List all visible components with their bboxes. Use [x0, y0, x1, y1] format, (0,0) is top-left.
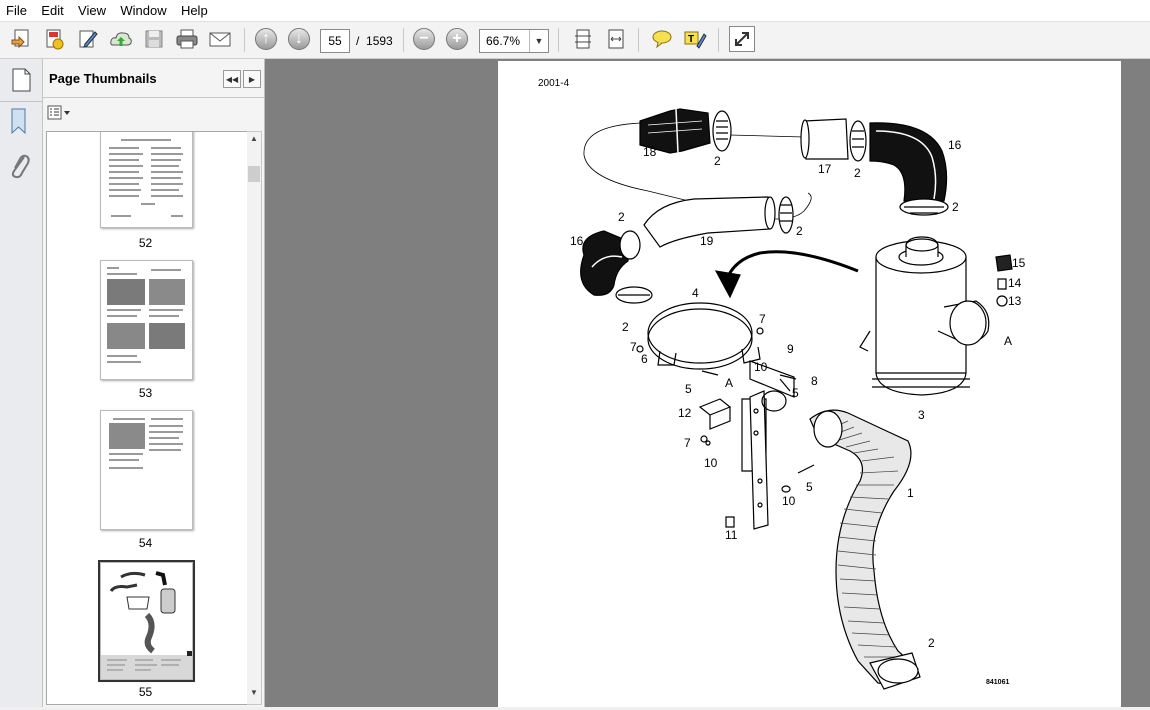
- svg-text:T: T: [688, 34, 694, 45]
- callout-label: 4: [692, 286, 699, 300]
- callout-label: 2: [714, 154, 721, 168]
- callout-label: 16: [948, 138, 962, 152]
- callout-label: 7: [630, 340, 637, 354]
- fit-page-icon[interactable]: [570, 26, 596, 52]
- callout-label: A: [725, 376, 733, 390]
- upload-icon[interactable]: [108, 26, 134, 52]
- create-icon[interactable]: [8, 26, 34, 52]
- menu-edit[interactable]: Edit: [35, 0, 68, 18]
- thumbnail-page-52[interactable]: [100, 132, 193, 228]
- zoom-select[interactable]: 66.7% ▼: [479, 29, 549, 53]
- print-pages-icon[interactable]: [41, 26, 67, 52]
- document-viewport: 2001-4 18 2 17 2 16 2 2 19 2 16 4 7 15 1…: [265, 59, 1150, 707]
- bookmark-icon[interactable]: [8, 107, 30, 140]
- panel-title: Page Thumbnails: [49, 71, 157, 86]
- thumbnail-label: 55: [138, 685, 153, 699]
- parts-diagram: 18 2 17 2 16 2 2 19 2 16 4 7 15 14 13 2 …: [570, 108, 1026, 690]
- thumbnail-label: 52: [138, 236, 153, 250]
- save-icon[interactable]: [141, 26, 167, 52]
- scroll-down-icon[interactable]: ▼: [247, 688, 261, 702]
- callout-label: 5: [685, 382, 692, 396]
- callout-label: 13: [1008, 294, 1022, 308]
- callout-label: 6: [641, 352, 648, 366]
- callout-label: 2: [796, 224, 803, 238]
- callout-label: 5: [792, 386, 799, 400]
- menu-help[interactable]: Help: [175, 0, 213, 18]
- thumbnail-label: 54: [138, 536, 153, 550]
- thumbnail-list: 52 53 54 55: [46, 131, 248, 705]
- callout-label: 18: [643, 145, 657, 159]
- callout-label: 15: [1012, 256, 1026, 270]
- collapse-panel-icon[interactable]: ◀◀: [223, 70, 241, 88]
- callout-label: 8: [811, 374, 818, 388]
- email-icon[interactable]: [207, 26, 233, 52]
- callout-label: 16: [570, 234, 584, 248]
- callout-label: 2: [618, 210, 625, 224]
- menu-window[interactable]: Window: [114, 0, 171, 18]
- prev-page-icon[interactable]: ↑: [253, 26, 279, 52]
- toolbar: ↑ ↓ 55 / 1593 − + 66.7% ▼ T: [0, 22, 1150, 59]
- callout-label: 11: [725, 528, 738, 542]
- callout-label: 2: [622, 320, 629, 334]
- next-page-icon[interactable]: ↓: [286, 26, 312, 52]
- callout-label: 17: [818, 162, 832, 176]
- callout-label: 1: [907, 486, 914, 500]
- comment-icon[interactable]: [649, 26, 675, 52]
- scroll-up-icon[interactable]: ▲: [247, 134, 261, 148]
- callout-label: 7: [684, 436, 691, 450]
- figure-code: 841061: [986, 679, 1010, 686]
- close-panel-icon[interactable]: ▶: [243, 70, 261, 88]
- callout-label: 9: [787, 342, 794, 356]
- page-total: 1593: [366, 34, 393, 48]
- callout-label: 2: [854, 166, 861, 180]
- zoom-in-icon[interactable]: +: [444, 26, 470, 52]
- chevron-down-icon[interactable]: ▼: [529, 30, 548, 52]
- callout-label: 3: [918, 408, 925, 422]
- thumbnail-page-55[interactable]: [98, 560, 195, 682]
- zoom-out-icon[interactable]: −: [411, 26, 437, 52]
- scrollbar-thumb[interactable]: [248, 166, 260, 182]
- callout-label: 5: [806, 480, 813, 494]
- page-separator: /: [356, 34, 360, 48]
- page-number-input[interactable]: 55: [320, 29, 350, 53]
- highlight-icon[interactable]: T: [682, 26, 708, 52]
- callout-label: 2: [952, 200, 959, 214]
- callout-label: 7: [759, 312, 766, 326]
- pages-icon[interactable]: [8, 67, 34, 96]
- print-icon[interactable]: [174, 26, 200, 52]
- menu-view[interactable]: View: [72, 0, 111, 18]
- callout-label: 12: [678, 406, 692, 420]
- thumbnail-page-54[interactable]: [100, 410, 193, 530]
- callout-label: 14: [1008, 276, 1022, 290]
- page-count: / 1593: [356, 34, 393, 48]
- fit-width-icon[interactable]: [603, 26, 629, 52]
- callout-label: 10: [754, 360, 768, 374]
- thumbnail-label: 53: [138, 386, 153, 400]
- menu-bar: File Edit View Window Help: [0, 0, 1150, 22]
- callout-label: 2: [928, 636, 935, 650]
- callout-label: A: [1004, 334, 1012, 348]
- navigation-pane-strip: [0, 59, 43, 707]
- thumbnails-panel: Page Thumbnails ◀◀ ▶ 52 53 54 55 ▲ ▼: [43, 59, 265, 707]
- thumbnail-scrollbar[interactable]: ▲ ▼: [247, 131, 262, 705]
- document-page: 2001-4 18 2 17 2 16 2 2 19 2 16 4 7 15 1…: [498, 61, 1121, 707]
- edit-icon[interactable]: [75, 26, 101, 52]
- menu-file[interactable]: File: [0, 0, 32, 18]
- callout-label: 19: [700, 234, 714, 248]
- callout-label: 10: [704, 456, 718, 470]
- zoom-value: 66.7%: [486, 34, 521, 48]
- attachment-icon[interactable]: [8, 151, 32, 184]
- callout-label: 10: [782, 494, 796, 508]
- thumbnail-page-53[interactable]: [100, 260, 193, 380]
- options-menu-icon[interactable]: [47, 105, 73, 123]
- expand-icon[interactable]: [729, 26, 755, 52]
